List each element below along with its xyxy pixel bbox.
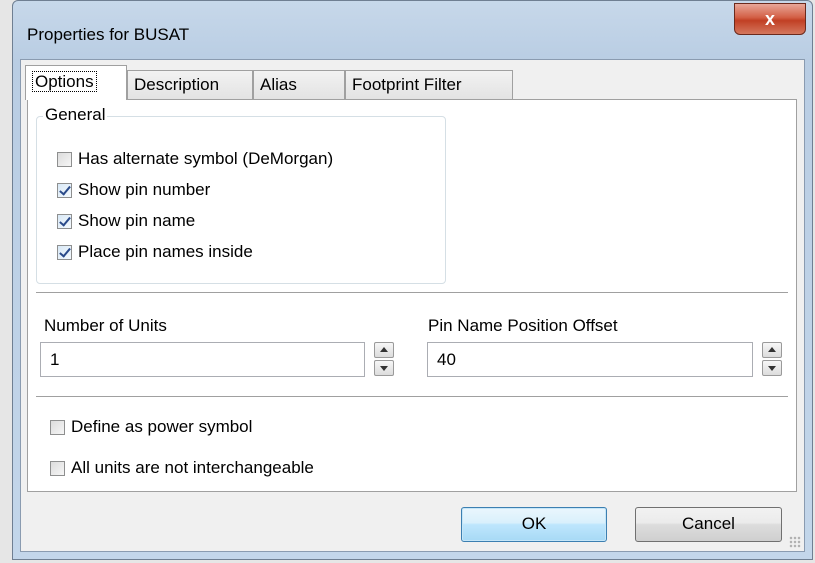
number-of-units-input[interactable]: 1 xyxy=(40,342,365,377)
units-not-interchangeable-checkbox[interactable] xyxy=(50,460,65,476)
units-not-interchangeable-option[interactable]: All units are not interchangeable xyxy=(50,457,314,479)
resize-grip-icon[interactable] xyxy=(789,536,801,548)
separator-top xyxy=(36,292,788,294)
arrow-up-icon xyxy=(768,347,776,352)
alternate-symbol-option[interactable]: Has alternate symbol (DeMorgan) xyxy=(57,148,333,170)
number-of-units-spinner xyxy=(374,342,394,377)
number-of-units-label: Number of Units xyxy=(44,316,167,335)
show-pin-number-option[interactable]: Show pin number xyxy=(57,179,210,201)
show-pin-name-label: Show pin name xyxy=(78,211,196,230)
alternate-symbol-label: Has alternate symbol (DeMorgan) xyxy=(78,149,334,168)
power-symbol-label: Define as power symbol xyxy=(71,417,253,436)
show-pin-name-option[interactable]: Show pin name xyxy=(57,210,195,232)
pin-name-offset-input[interactable]: 40 xyxy=(427,342,753,377)
pin-names-inside-label: Place pin names inside xyxy=(78,242,253,261)
pin-name-offset-decrement[interactable] xyxy=(762,360,782,376)
tab-description[interactable]: Description xyxy=(127,70,253,99)
tab-footprint-filter-label: Footprint Filter xyxy=(352,75,462,94)
pin-names-inside-option[interactable]: Place pin names inside xyxy=(57,241,253,263)
general-group-legend: General xyxy=(43,105,108,125)
options-panel: General Has alternate symbol (DeMorgan) … xyxy=(27,99,797,492)
show-pin-number-label: Show pin number xyxy=(78,180,211,199)
power-symbol-checkbox[interactable] xyxy=(50,419,65,435)
window-title: Properties for BUSAT xyxy=(27,25,190,44)
general-group: General Has alternate symbol (DeMorgan) … xyxy=(36,105,446,284)
dialog-client-area: Options Description Alias Footprint Filt… xyxy=(20,59,805,552)
number-of-units-decrement[interactable] xyxy=(374,360,394,376)
tab-footprint-filter[interactable]: Footprint Filter xyxy=(345,70,513,99)
close-button[interactable]: x xyxy=(734,3,806,35)
close-icon: x xyxy=(764,9,775,29)
cancel-button[interactable]: Cancel xyxy=(635,507,782,542)
separator-bottom xyxy=(36,396,788,398)
pin-name-offset-increment[interactable] xyxy=(762,342,782,358)
ok-button[interactable]: OK xyxy=(461,507,607,542)
arrow-down-icon xyxy=(380,366,388,371)
arrow-up-icon xyxy=(380,347,388,352)
title-bar[interactable]: Properties for BUSAT x xyxy=(13,1,812,59)
tab-description-label: Description xyxy=(134,75,220,94)
pin-name-offset-label: Pin Name Position Offset xyxy=(428,316,618,335)
pin-names-inside-checkbox[interactable] xyxy=(57,244,72,260)
pin-name-offset-spinner xyxy=(762,342,782,377)
number-of-units-increment[interactable] xyxy=(374,342,394,358)
show-pin-number-checkbox[interactable] xyxy=(57,182,72,198)
tab-alias-label: Alias xyxy=(260,75,297,94)
power-symbol-option[interactable]: Define as power symbol xyxy=(50,416,252,438)
tab-options-label: Options xyxy=(32,71,97,92)
tab-options[interactable]: Options xyxy=(25,65,127,100)
show-pin-name-checkbox[interactable] xyxy=(57,213,72,229)
alternate-symbol-checkbox[interactable] xyxy=(57,151,72,167)
tab-alias[interactable]: Alias xyxy=(253,70,345,99)
properties-dialog: Properties for BUSAT x Options Descripti… xyxy=(12,0,813,560)
arrow-down-icon xyxy=(768,366,776,371)
units-not-interchangeable-label: All units are not interchangeable xyxy=(71,458,314,477)
